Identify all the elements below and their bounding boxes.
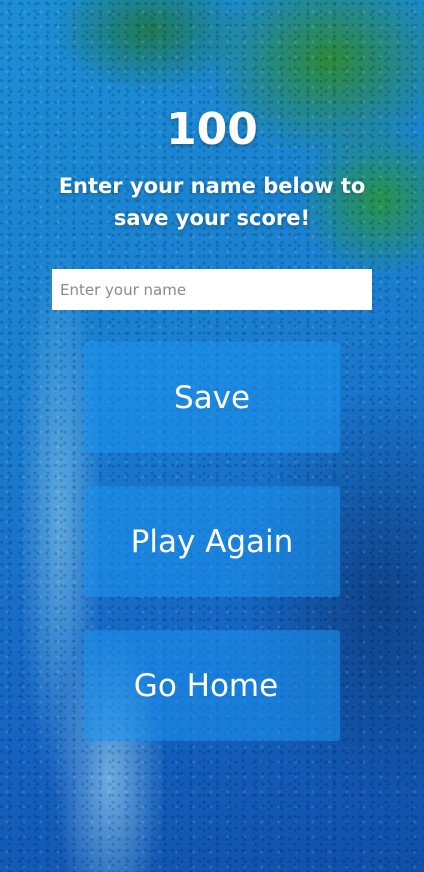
play-again-button[interactable]: Play Again <box>84 486 340 597</box>
end-screen: 100 Enter your name below to save your s… <box>0 0 424 872</box>
save-button[interactable]: Save <box>84 342 340 453</box>
save-score-prompt: Enter your name below to save your score… <box>58 174 366 230</box>
username-input[interactable] <box>52 269 372 310</box>
final-score: 100 <box>166 104 258 155</box>
go-home-button[interactable]: Go Home <box>84 630 340 741</box>
